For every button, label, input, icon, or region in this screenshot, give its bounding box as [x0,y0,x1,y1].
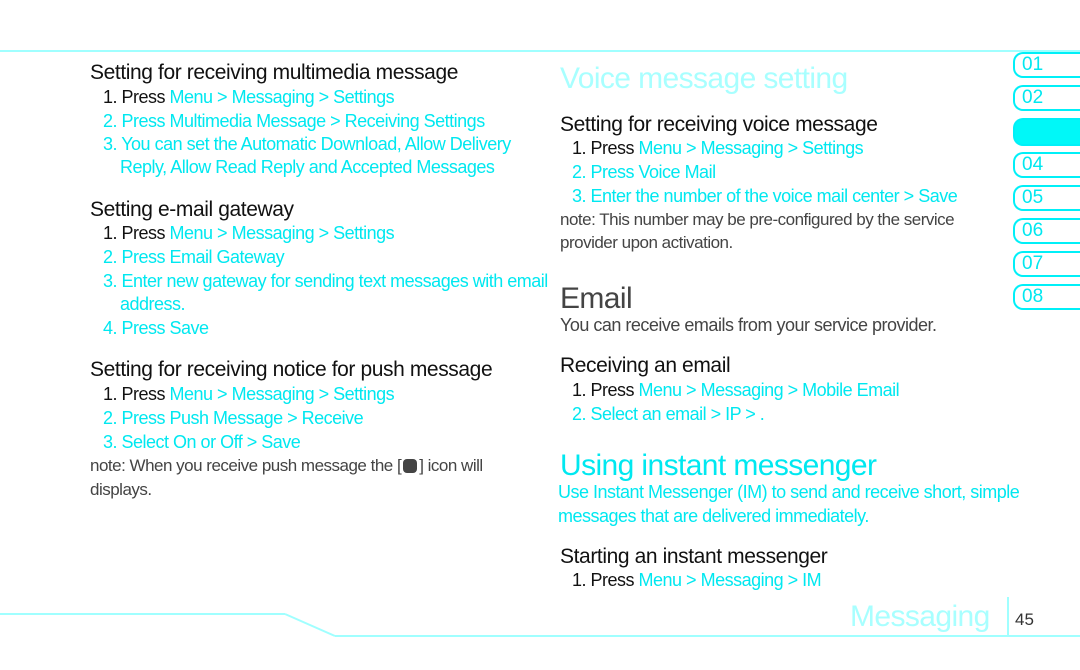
footer-section-title: Messaging [850,600,990,633]
section-heading: Setting e-mail gateway [90,198,294,221]
footer-divider [1007,597,1009,637]
im-title: Using instant messenger [560,449,877,482]
step: 1. Press Menu > Messaging > IM [572,570,822,590]
step: 3. Enter the number of the voice mail ce… [572,186,958,206]
im-body: Use Instant Messenger (IM) to send and r… [558,482,1020,502]
step: 1. Press Menu > Messaging > Settings [103,223,395,243]
chapter-tab-03-active[interactable] [1013,118,1080,146]
step: 3. Enter new gateway for sending text me… [103,271,548,291]
chapter-tab-07[interactable]: 07 [1013,251,1080,277]
step-continued: address. [120,294,186,314]
step: 4. Press Save [103,318,209,338]
chapter-tab-08[interactable]: 08 [1013,284,1080,310]
section-heading: Starting an instant messenger [560,545,828,568]
step: 2. Press Email Gateway [103,247,285,267]
chapter-tab-06[interactable]: 06 [1013,218,1080,244]
step: 1. Press Menu > Messaging > Settings [103,384,395,404]
chapter-tab-05[interactable]: 05 [1013,185,1080,211]
note: note: This number may be pre-configured … [560,210,955,229]
section-heading: Setting for receiving multimedia message [90,61,459,84]
section-heading: Setting for receiving voice message [560,113,878,136]
section-heading: Receiving an email [560,354,731,377]
bottom-rule-left [0,613,285,615]
chapter-tab-04[interactable]: 04 [1013,152,1080,178]
step: 2. Press Multimedia Message > Receiving … [103,111,485,131]
note-continued: displays. [90,480,152,499]
chapter-tab-01[interactable]: 01 [1013,52,1080,78]
push-message-icon [403,459,418,473]
im-body-continued: messages that are delivered immediately. [558,506,869,526]
top-rule [0,50,1080,52]
step-continued: Reply, Allow Read Reply and Accepted Mes… [120,157,495,177]
section-heading: Setting for receiving notice for push me… [90,358,493,381]
voice-title: Voice message setting [560,62,848,95]
bottom-rule-slope [284,613,336,637]
note: note: When you receive push message the … [90,456,483,475]
chapter-tab-02[interactable]: 02 [1013,85,1080,111]
step: 1. Press Menu > Messaging > Settings [103,87,395,107]
step: 1. Press Menu > Messaging > Settings [572,138,864,158]
step: 3. Select On or Off > Save [103,432,301,452]
bottom-rule-right [335,635,1080,637]
step: 2. Press Push Message > Receive [103,408,364,428]
step: 2. Select an email > IP > . [572,404,765,424]
email-body: You can receive emails from your service… [560,315,937,335]
step: 2. Press Voice Mail [572,162,716,182]
email-title: Email [560,282,633,315]
step: 3. You can set the Automatic Download, A… [103,134,511,154]
note-continued: provider upon activation. [560,233,733,252]
page-number: 45 [1015,610,1034,629]
step: 1. Press Menu > Messaging > Mobile Email [572,380,900,400]
